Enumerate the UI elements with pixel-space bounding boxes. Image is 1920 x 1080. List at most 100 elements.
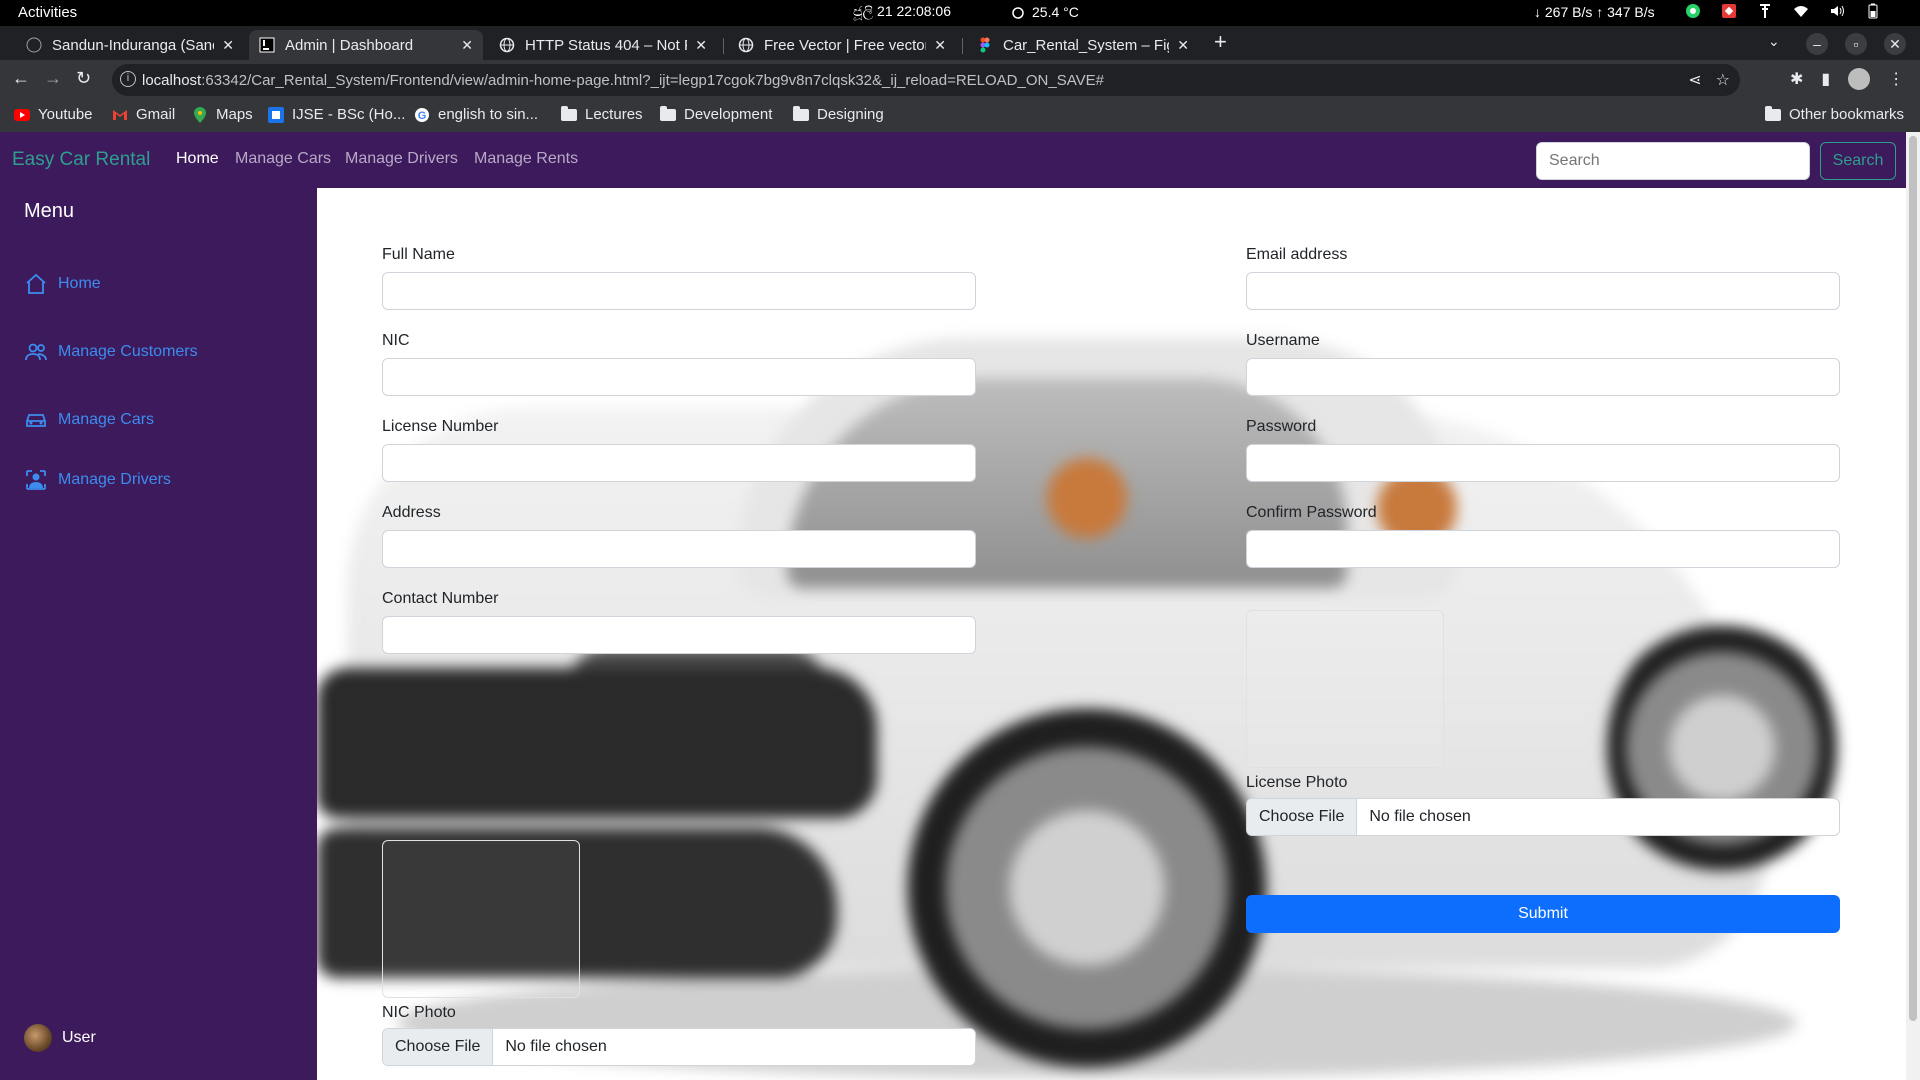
share-icon[interactable]: ⋖ [1688,70,1701,90]
tab-github[interactable]: Sandun-Induranga (Sandu ✕ [16,30,244,60]
confirm-password-field[interactable] [1246,530,1840,568]
bookmark-ijse[interactable]: IJSE - BSc (Ho... [268,106,405,123]
close-tab-icon[interactable]: ✕ [695,37,707,54]
close-tab-icon[interactable]: ✕ [222,37,234,54]
system-tray [1685,3,1881,19]
nic-field[interactable] [382,358,976,396]
close-tab-icon[interactable]: ✕ [461,37,473,54]
bookmark-star-icon[interactable]: ☆ [1716,70,1730,90]
bookmark-translate[interactable]: G english to sin... [414,106,538,123]
clock[interactable]: ජූලි 21 22:08:06 [853,3,951,20]
volume-icon[interactable] [1829,3,1845,19]
intellij-icon [259,37,275,53]
confirm-password-group: Confirm Password [1246,504,1840,568]
file-status: No file chosen [1369,808,1471,825]
temperature-label: 25.4 °C [1032,4,1079,20]
new-tab-button[interactable]: + [1214,30,1227,54]
scrollbar-thumb[interactable] [1909,136,1917,1021]
bookmark-lectures[interactable]: Lectures [561,105,643,123]
username-field[interactable] [1246,358,1840,396]
ijse-icon [268,106,284,123]
nic-label: NIC [382,332,410,349]
search-input[interactable] [1536,142,1810,180]
tab-search-chevron-icon[interactable]: ⌄ [1768,33,1780,50]
customer-form: Full Name NIC License Number Address Con… [331,198,1891,1080]
whatsapp-icon[interactable] [1685,3,1701,19]
people-icon [25,343,47,361]
submit-button[interactable]: Submit [1246,895,1840,933]
bookmark-maps[interactable]: Maps [192,106,253,123]
license-number-group: License Number [382,418,976,482]
sidebar-item-home[interactable]: Home [24,272,101,296]
extensions-icon[interactable]: ✱ [1790,69,1803,89]
sidebar-item-label: Home [58,275,101,292]
bookmark-label: Designing [817,106,884,123]
sidebar-item-customers[interactable]: Manage Customers [24,340,198,364]
close-tab-icon[interactable]: ✕ [934,37,946,54]
github-icon [26,37,42,53]
tab-figma[interactable]: Car_Rental_System – Figm ✕ [967,30,1199,60]
bookmark-development[interactable]: Development [660,105,772,123]
close-window-icon[interactable]: ✕ [1884,33,1906,55]
reload-icon[interactable]: ↻ [76,68,91,89]
bookmark-designing[interactable]: Designing [793,105,884,123]
tab-title: HTTP Status 404 – Not Fo [525,36,688,54]
profile-avatar[interactable] [1848,68,1871,90]
back-icon[interactable]: ← [12,68,30,89]
contact-number-field[interactable] [382,616,976,654]
sidebar-item-cars[interactable]: Manage Cars [24,408,154,432]
license-number-field[interactable] [382,444,976,482]
brand-logo[interactable]: Easy Car Rental [12,149,150,171]
full-name-field[interactable] [382,272,976,310]
close-tab-icon[interactable]: ✕ [1177,37,1189,54]
folder-icon [1765,105,1781,123]
forward-icon[interactable]: → [44,68,62,89]
bookmark-youtube[interactable]: Youtube [14,106,93,123]
search-button[interactable]: Search [1820,142,1896,180]
activities-button[interactable]: Activities [18,4,77,21]
nic-photo-group: NIC Photo Choose File No file chosen [382,1004,976,1066]
kebab-menu-icon[interactable]: ⋮ [1888,69,1904,89]
url-host: localhost [142,71,202,89]
email-field[interactable] [1246,272,1840,310]
password-field[interactable] [1246,444,1840,482]
page-scrollbar[interactable] [1906,132,1920,1080]
tab-free-vector[interactable]: Free Vector | Free vector v ✕ [728,30,956,60]
bookmarks-bar: Youtube Gmail Maps IJSE - BSc (Ho... G e… [0,100,1920,132]
other-bookmarks[interactable]: Other bookmarks [1765,105,1904,123]
sidebar-user[interactable]: User [24,1024,96,1052]
site-info-icon[interactable]: i [120,71,136,87]
sidebar-item-drivers[interactable]: Manage Drivers [24,468,171,492]
browser-extensions: ✱ ▮ ⋮ [1790,68,1904,90]
file-status: No file chosen [505,1038,607,1055]
avatar [24,1024,52,1052]
address-group: Address [382,504,976,568]
network-tower-icon[interactable] [1757,3,1773,19]
username-group: Username [1246,332,1840,396]
tab-divider [962,38,963,54]
youtube-icon [14,107,30,123]
choose-file-button[interactable]: Choose File [1247,799,1358,835]
email-label: Email address [1246,246,1348,263]
bookmark-gmail[interactable]: Gmail [112,106,175,123]
nav-link-manage-drivers[interactable]: Manage Drivers [345,150,458,168]
wifi-icon[interactable] [1793,3,1809,19]
address-label: Address [382,504,441,521]
nav-link-home[interactable]: Home [176,150,219,168]
choose-file-button[interactable]: Choose File [383,1029,494,1065]
battery-icon[interactable] [1865,3,1881,19]
address-bar[interactable]: i localhost:63342/Car_Rental_System/Fron… [112,64,1740,96]
nav-link-manage-cars[interactable]: Manage Cars [235,150,331,168]
tab-http-404[interactable]: HTTP Status 404 – Not Fo ✕ [489,30,717,60]
address-field[interactable] [382,530,976,568]
weather-indicator[interactable]: 25.4 °C [1010,4,1079,20]
side-panel-icon[interactable]: ▮ [1821,69,1830,89]
nav-link-manage-rents[interactable]: Manage Rents [474,150,578,168]
restore-icon[interactable]: ▫ [1845,33,1867,55]
anydesk-icon[interactable] [1721,3,1737,19]
tab-admin-dashboard[interactable]: Admin | Dashboard ✕ [249,30,483,60]
minimize-icon[interactable]: – [1806,33,1828,55]
sidebar-title: Menu [24,200,75,222]
nic-photo-file-input[interactable]: Choose File No file chosen [382,1028,976,1066]
license-photo-file-input[interactable]: Choose File No file chosen [1246,798,1840,836]
